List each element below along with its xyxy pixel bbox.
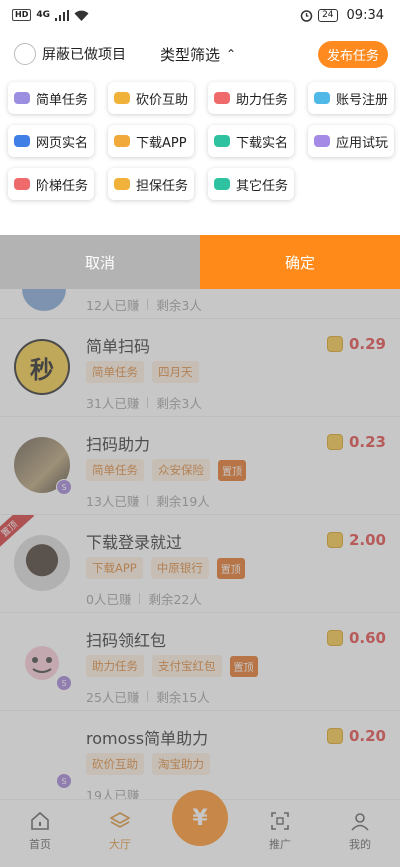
category-label: 下载实名 bbox=[236, 135, 289, 151]
category-chip[interactable]: 其它任务 bbox=[208, 168, 294, 200]
category-chip[interactable]: 助力任务 bbox=[208, 82, 294, 114]
category-icon bbox=[114, 135, 130, 147]
category-label: 担保任务 bbox=[136, 178, 189, 194]
category-label: 砍价互助 bbox=[136, 92, 189, 108]
chevron-up-icon: ⌃ bbox=[226, 46, 237, 61]
category-chip[interactable]: 应用试玩 bbox=[308, 125, 394, 157]
category-label: 账号注册 bbox=[336, 92, 389, 108]
category-chip[interactable]: 简单任务 bbox=[8, 82, 94, 114]
signal-indicator: 4G bbox=[36, 10, 50, 20]
category-chip[interactable]: 下载实名 bbox=[208, 125, 294, 157]
confirm-button[interactable]: 确定 bbox=[200, 235, 400, 289]
status-right: 24 09:34 bbox=[300, 8, 384, 23]
type-filter-toggle[interactable]: 类型筛选 ⌃ bbox=[160, 44, 236, 65]
category-icon bbox=[114, 92, 130, 104]
category-label: 下载APP bbox=[136, 135, 187, 151]
category-chip[interactable]: 下载APP bbox=[108, 125, 194, 157]
clock: 09:34 bbox=[346, 7, 384, 23]
category-chip[interactable]: 担保任务 bbox=[108, 168, 194, 200]
category-icon bbox=[214, 135, 230, 147]
filter-header: 屏蔽已做项目 类型筛选 ⌃ 发布任务 bbox=[0, 36, 400, 72]
category-chip[interactable]: 阶梯任务 bbox=[8, 168, 94, 200]
category-label: 阶梯任务 bbox=[36, 178, 89, 194]
category-chip[interactable]: 砍价互助 bbox=[108, 82, 194, 114]
wifi-icon bbox=[74, 10, 89, 21]
category-label: 助力任务 bbox=[236, 92, 289, 108]
category-label: 简单任务 bbox=[36, 92, 89, 108]
category-icon bbox=[14, 178, 30, 190]
category-icon bbox=[314, 135, 330, 147]
filter-action-bar: 取消 确定 bbox=[0, 235, 400, 289]
hide-done-checkbox[interactable] bbox=[14, 43, 36, 65]
category-icon bbox=[214, 92, 230, 104]
battery-indicator: 24 bbox=[318, 8, 338, 22]
category-icon bbox=[214, 178, 230, 190]
category-label: 其它任务 bbox=[236, 178, 289, 194]
signal-bars-icon bbox=[55, 9, 69, 21]
cancel-button[interactable]: 取消 bbox=[0, 235, 200, 289]
hd-badge: HD bbox=[12, 9, 32, 21]
hide-done-label[interactable]: 屏蔽已做项目 bbox=[42, 44, 126, 64]
alarm-icon bbox=[300, 9, 313, 22]
category-icon bbox=[314, 92, 330, 104]
category-icon bbox=[14, 92, 30, 104]
status-bar: HD 4G 24 09:34 bbox=[0, 0, 400, 30]
category-icon bbox=[14, 135, 30, 147]
category-grid: 简单任务 砍价互助 助力任务 账号注册 网页实名 下载APP 下载实名 应用试玩… bbox=[8, 82, 396, 200]
dim-overlay[interactable] bbox=[0, 289, 400, 867]
publish-task-button[interactable]: 发布任务 bbox=[317, 41, 388, 68]
category-chip[interactable]: 网页实名 bbox=[8, 125, 94, 157]
category-chip[interactable]: 账号注册 bbox=[308, 82, 394, 114]
status-left: HD 4G bbox=[12, 9, 89, 21]
category-label: 网页实名 bbox=[36, 135, 89, 151]
category-icon bbox=[114, 178, 130, 190]
type-filter-label: 类型筛选 bbox=[160, 46, 221, 64]
category-label: 应用试玩 bbox=[336, 135, 389, 151]
